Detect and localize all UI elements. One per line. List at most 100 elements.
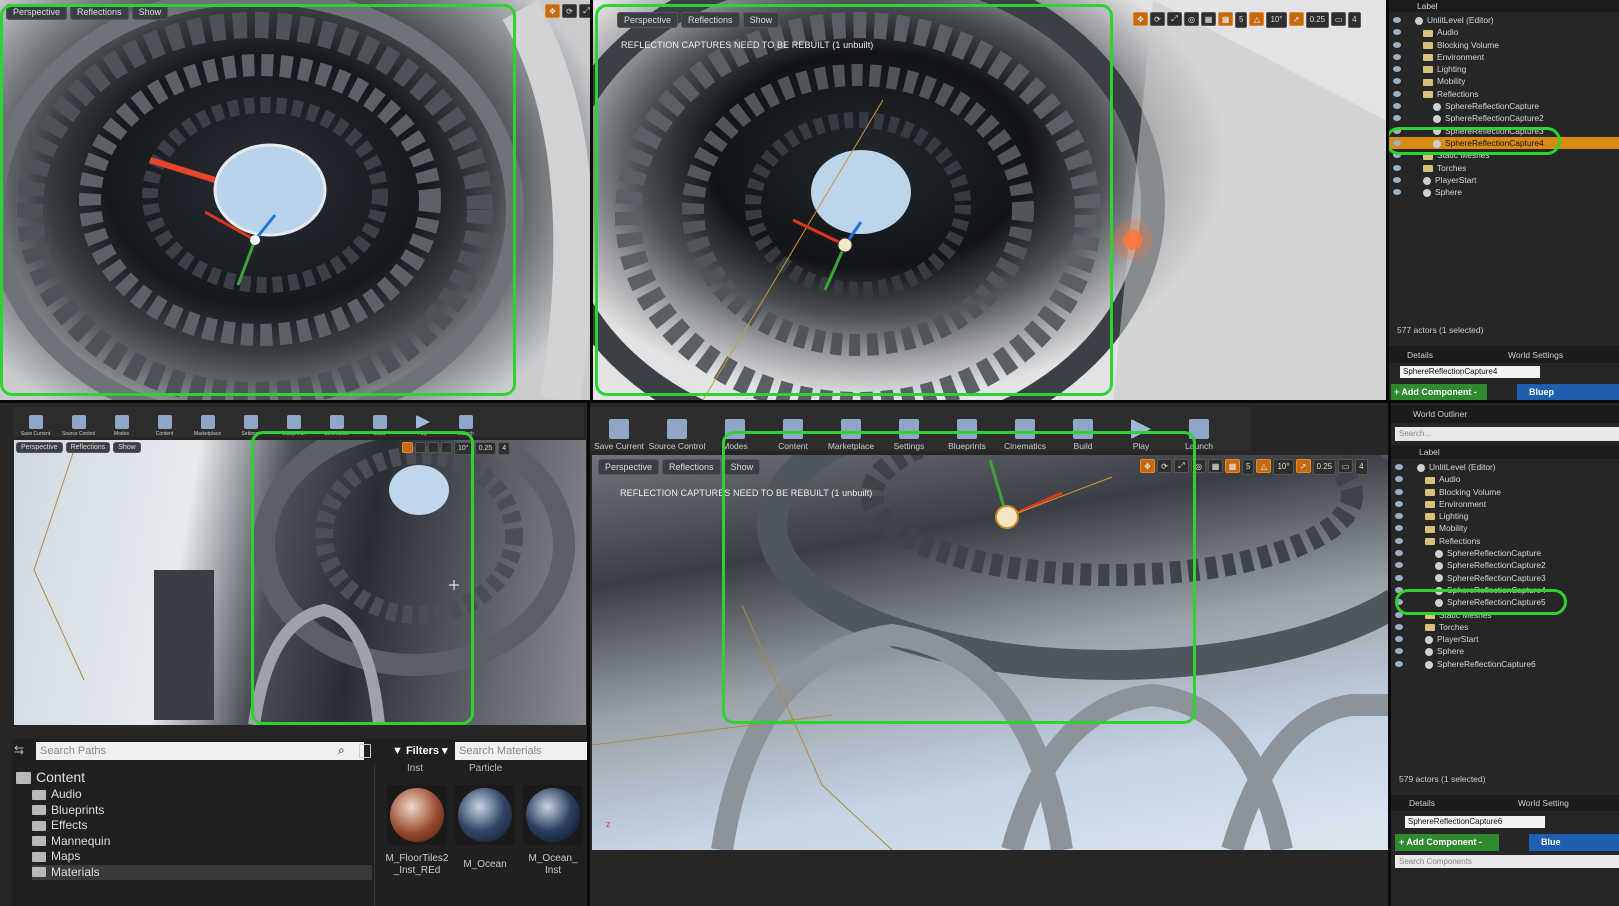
view-mode-button[interactable]: Reflections — [65, 442, 111, 453]
world-settings-tab[interactable]: World Settings — [1508, 350, 1563, 360]
outliner-row[interactable]: Blocking Volume — [1389, 39, 1619, 51]
outliner-row[interactable]: Sphere — [1389, 186, 1619, 198]
toolbar-button[interactable]: Content — [143, 407, 186, 437]
outliner-row[interactable]: Lighting — [1389, 63, 1619, 75]
visibility-eye-icon[interactable] — [1395, 660, 1403, 667]
visibility-eye-icon[interactable] — [1395, 500, 1403, 507]
toolbar-button[interactable]: Marketplace — [186, 407, 229, 437]
outliner-row[interactable]: Mobility — [1389, 75, 1619, 87]
content-folder[interactable]: Materials — [32, 864, 372, 880]
visibility-eye-icon[interactable] — [1393, 164, 1401, 171]
content-folder[interactable]: Maps — [32, 849, 372, 865]
grid-size[interactable]: 5 — [1242, 459, 1255, 475]
search-components-input[interactable]: Search Components — [1395, 855, 1619, 868]
translate-icon[interactable]: ✥ — [545, 4, 560, 18]
grid-snap-icon[interactable]: ▦ — [1218, 12, 1233, 26]
outliner-header[interactable]: Label — [1389, 0, 1619, 12]
visibility-eye-icon[interactable] — [1393, 78, 1401, 85]
outliner-row[interactable]: Torches — [1389, 162, 1619, 174]
outliner-row[interactable]: Audio — [1389, 26, 1619, 38]
visibility-eye-icon[interactable] — [1393, 41, 1401, 48]
camera-speed-value[interactable]: 4 — [1355, 459, 1368, 475]
outliner-row[interactable]: Reflections — [1391, 535, 1619, 547]
rotation-snap-icon[interactable]: △ — [1249, 12, 1265, 26]
rotation-snap-value[interactable]: 10° — [1266, 12, 1287, 28]
outliner-row[interactable]: UnlitLevel (Editor) — [1389, 14, 1619, 26]
asset-thumbnail[interactable] — [455, 785, 515, 845]
visibility-eye-icon[interactable] — [1395, 488, 1403, 495]
toolbar-button[interactable]: Save Current — [590, 407, 648, 451]
camera-speed-icon[interactable]: ▭ — [1331, 12, 1347, 26]
translate-icon[interactable]: ✥ — [1133, 12, 1148, 26]
outliner-tab[interactable]: World Outliner — [1391, 405, 1619, 423]
outliner-header[interactable]: Label — [1391, 445, 1619, 459]
show-button[interactable]: Show — [113, 442, 141, 453]
world-settings-tab[interactable]: World Setting — [1518, 798, 1569, 808]
sources-toggle-icon[interactable]: ⇆ — [14, 743, 30, 759]
scale-snap-value[interactable]: 0.25 — [474, 442, 497, 455]
add-component-button[interactable]: + Add Component - — [1391, 384, 1487, 400]
content-folder[interactable]: Blueprints — [32, 803, 372, 819]
outliner-search-input[interactable]: Search... — [1395, 427, 1619, 441]
search-paths-input[interactable]: Search Paths — [36, 742, 364, 760]
scale-snap-icon[interactable]: ↗ — [1288, 12, 1304, 26]
outliner-row[interactable]: Mobility — [1391, 522, 1619, 534]
visibility-eye-icon[interactable] — [1393, 90, 1401, 97]
asset-name[interactable]: M_Ocean — [452, 859, 518, 870]
camera-speed-value[interactable]: 4 — [1348, 12, 1361, 28]
toolbar-button[interactable]: Modes — [100, 407, 143, 437]
outliner-row[interactable]: SphereReflectionCapture2 — [1389, 112, 1619, 124]
outliner-row[interactable]: Reflections — [1389, 88, 1619, 100]
viewport-top-left[interactable]: Perspective Reflections Show ✥ ⟳ ⤢ — [0, 0, 590, 400]
outliner-row[interactable]: SphereReflectionCapture6 — [1391, 658, 1619, 670]
camera-speed-value[interactable]: 4 — [498, 442, 511, 455]
scale-snap-value[interactable]: 0.25 — [1305, 12, 1330, 28]
outliner-row[interactable]: Blocking Volume — [1391, 486, 1619, 498]
outliner-row[interactable]: PlayerStart — [1389, 174, 1619, 186]
scale-snap-icon[interactable]: ↗ — [1295, 459, 1311, 473]
scale-icon[interactable]: ⤢ — [579, 4, 590, 18]
toolbar-button[interactable]: Source Control — [57, 407, 100, 437]
outliner-row[interactable]: Audio — [1391, 473, 1619, 485]
add-component-button[interactable]: + Add Component - — [1395, 834, 1499, 851]
outliner-row[interactable]: SphereReflectionCapture2 — [1391, 559, 1619, 571]
blueprint-button[interactable]: Bluep — [1517, 384, 1619, 400]
visibility-eye-icon[interactable] — [1395, 537, 1403, 544]
world-local-icon[interactable]: ◎ — [1184, 12, 1199, 26]
perspective-button[interactable]: Perspective — [598, 459, 660, 475]
camera-speed-icon[interactable]: ▭ — [1338, 459, 1354, 473]
scale-icon[interactable]: ⤢ — [1167, 12, 1182, 26]
visibility-eye-icon[interactable] — [1395, 464, 1403, 470]
visibility-eye-icon[interactable] — [1393, 53, 1401, 60]
outliner-row[interactable]: Environment — [1391, 498, 1619, 510]
visibility-eye-icon[interactable] — [1393, 115, 1401, 122]
asset-thumbnail[interactable] — [387, 785, 447, 845]
search-materials-input[interactable]: Search Materials — [455, 742, 587, 760]
visibility-eye-icon[interactable] — [1393, 66, 1401, 73]
toolbar-button[interactable]: Save Current — [14, 407, 57, 437]
outliner-row[interactable]: SphereReflectionCapture — [1391, 547, 1619, 559]
grid-snap-icon[interactable]: ▦ — [1225, 459, 1240, 473]
visibility-eye-icon[interactable] — [1395, 636, 1403, 643]
rotate-icon[interactable]: ⟳ — [562, 4, 577, 18]
visibility-eye-icon[interactable] — [1395, 562, 1403, 569]
visibility-eye-icon[interactable] — [1395, 513, 1403, 520]
visibility-eye-icon[interactable] — [1395, 574, 1403, 581]
asset-thumbnail[interactable] — [523, 785, 583, 845]
content-folder[interactable]: Effects — [32, 818, 372, 834]
outliner-row[interactable]: SphereReflectionCapture — [1389, 100, 1619, 112]
viewport-top-right[interactable]: Perspective Reflections Show REFLECTION … — [593, 0, 1386, 400]
visibility-eye-icon[interactable] — [1395, 525, 1403, 532]
outliner-row[interactable]: Torches — [1391, 621, 1619, 633]
filters-button[interactable]: ▼ Filters ▾ — [392, 742, 448, 760]
asset-name[interactable]: M_FloorTiles2 _Inst_REd — [380, 853, 454, 877]
visibility-eye-icon[interactable] — [1395, 648, 1403, 655]
outliner-row[interactable]: UnlitLevel (Editor) — [1391, 461, 1619, 473]
outliner-row[interactable]: Sphere — [1391, 645, 1619, 657]
surface-snap-icon[interactable]: ▦ — [1201, 12, 1216, 26]
rotation-snap-icon[interactable]: △ — [1256, 459, 1272, 473]
visibility-eye-icon[interactable] — [1393, 17, 1401, 23]
visibility-eye-icon[interactable] — [1393, 29, 1401, 36]
scale-snap-value[interactable]: 0.25 — [1312, 459, 1337, 475]
content-folder[interactable]: Mannequin — [32, 834, 372, 850]
